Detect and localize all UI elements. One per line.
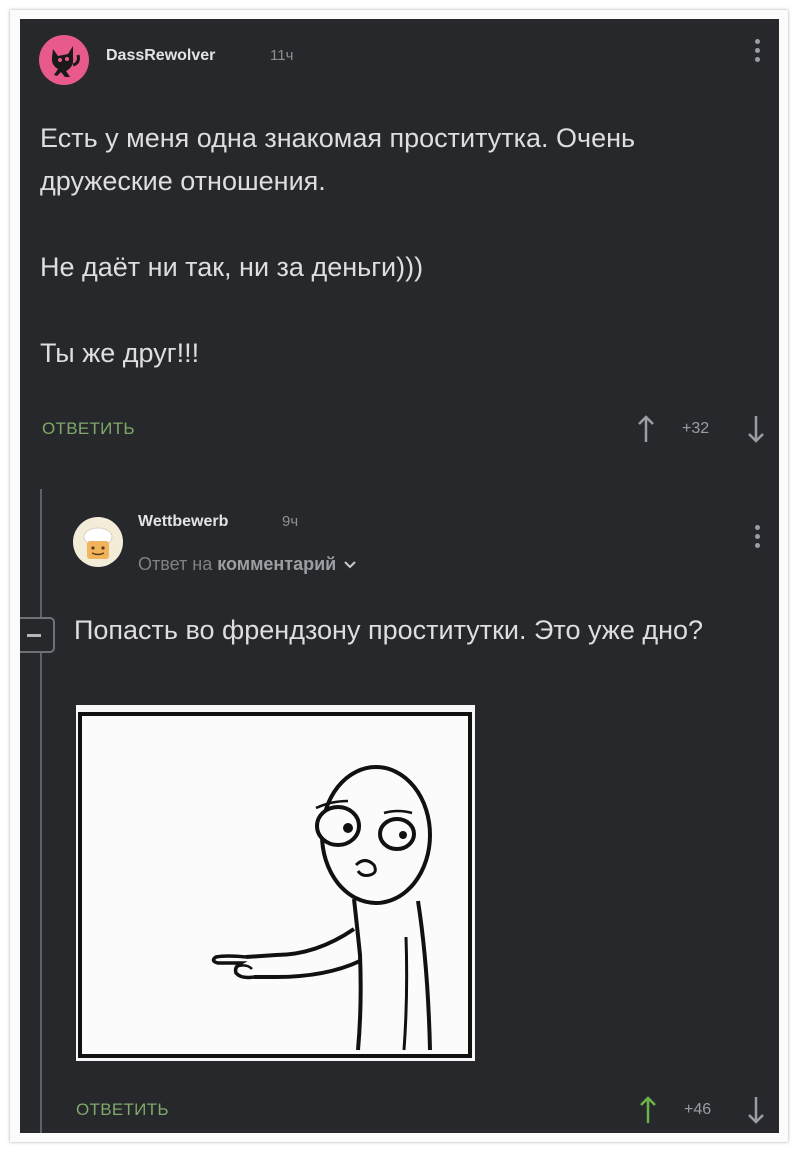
user-avatar[interactable] [73,517,123,567]
reply-to-link[interactable]: Ответ на комментарий [138,554,356,575]
downvote-icon[interactable] [746,1095,766,1125]
user-avatar[interactable] [39,35,89,85]
cartoon-chef-icon [83,527,113,559]
upvote-icon[interactable] [638,1095,658,1125]
collapse-thread-button[interactable] [20,617,55,653]
comment-time: 9ч [282,513,299,530]
vote-score: +46 [684,1101,712,1118]
reply-button[interactable]: ОТВЕТИТЬ [76,1100,169,1120]
comment-text: Попасть во френдзону проститутки. Это уж… [74,615,704,645]
rage-comic-pointing-face-image [78,712,472,1058]
downvote-icon[interactable] [746,414,766,444]
thread-line[interactable] [40,489,42,1133]
more-options-icon[interactable] [752,39,762,66]
comment-time: 11ч [270,47,294,64]
vote-score: +32 [682,420,710,437]
more-options-icon[interactable] [752,525,762,552]
minus-icon [27,634,41,637]
username[interactable]: Wettbewerb [138,513,228,531]
black-cat-on-pink-icon [51,46,80,77]
reply-button[interactable]: ОТВЕТИТЬ [42,419,135,439]
reply-to-prefix: Ответ на [138,554,213,574]
comment-text: Есть у меня одна знакомая проститутка. О… [40,123,636,368]
username[interactable]: DassRewolver [106,47,215,65]
comment-thread: DassRewolver 11ч Есть у меня одна знаком… [20,19,779,1133]
upvote-icon[interactable] [636,414,656,444]
reply-to-target[interactable]: комментарий [217,554,336,574]
comment-image[interactable] [76,705,475,1061]
chevron-down-icon [344,561,356,569]
